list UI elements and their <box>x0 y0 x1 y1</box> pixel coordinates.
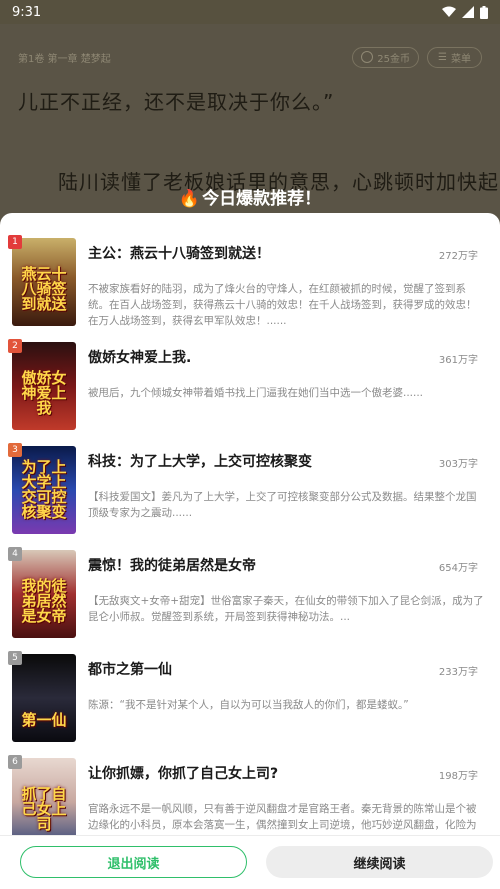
rank-badge: 5 <box>8 651 22 665</box>
word-count: 198万字 <box>438 771 478 782</box>
book-description: 【科技爱国文】姜凡为了上大学，上交了可控核聚变部分公式及数据。结果整个龙国顶级专… <box>88 491 477 519</box>
coin-balance[interactable]: 25金币 <box>352 46 420 68</box>
book-item[interactable]: 3 为了上大学上交可控核聚变 科技：为了上大学，上交可控核聚变 303万字 【科… <box>0 443 500 547</box>
menu-icon: ☰ <box>438 51 447 63</box>
rank-badge: 1 <box>8 235 22 249</box>
cover-title-text: 抓了自己女上司 <box>21 785 67 833</box>
word-count: 272万字 <box>438 251 478 262</box>
book-title[interactable]: 主公：燕云十八骑签到就送！ <box>88 243 270 263</box>
book-description: 【无敌爽文+女帝+甜宠】世俗富家子秦天，在仙女的带领下加入了昆仑剑派，成为了昆仑… <box>88 595 484 623</box>
reader-header: 第1卷 第一章 楚梦起 25金币 ☰ 菜单 <box>18 46 482 68</box>
exit-reading-button[interactable]: 退出阅读 <box>20 846 247 878</box>
word-count: 233万字 <box>438 667 478 678</box>
reader-tools: 25金币 ☰ 菜单 <box>352 46 482 68</box>
fire-icon: 🔥 <box>178 189 201 209</box>
status-bar: 9:31 <box>0 0 500 24</box>
signal-icon <box>462 6 474 18</box>
cover-title-text: 我的徒弟居然是女帝 <box>21 577 67 625</box>
cover-title-text: 傲娇女神爱上我 <box>21 369 67 417</box>
coin-icon <box>361 51 374 63</box>
book-item[interactable]: 1 燕云十八骑签到就送 主公：燕云十八骑签到就送！ 272万字 不被家族看好的陆… <box>0 235 500 339</box>
reader-text-line: 儿正不正经，还不是取决于你么。” <box>18 90 335 114</box>
book-title[interactable]: 科技：为了上大学，上交可控核聚变 <box>88 451 312 471</box>
book-title[interactable]: 傲娇女神爱上我. <box>88 347 191 367</box>
word-count: 654万字 <box>438 563 478 574</box>
status-icons <box>442 5 488 19</box>
word-count: 361万字 <box>438 355 478 366</box>
cover-title-text: 第一仙 <box>21 711 67 729</box>
book-description: 被甩后，九个倾城女神带着婚书找上门逼我在她们当中选一个傲老婆...... <box>88 387 424 399</box>
book-item[interactable]: 5 第一仙 都市之第一仙 233万字 陈源：“我不是针对某个人，自以为可以当我敌… <box>0 651 500 755</box>
continue-reading-button[interactable]: 继续阅读 <box>266 846 493 878</box>
book-cover[interactable]: 傲娇女神爱上我 <box>12 342 76 430</box>
popup-title: 🔥 今日爆款推荐！ <box>0 184 500 209</box>
recommendation-sheet: 1 燕云十八骑签到就送 主公：燕云十八骑签到就送！ 272万字 不被家族看好的陆… <box>0 213 500 889</box>
book-cover[interactable]: 第一仙 <box>12 654 76 742</box>
coin-label: 25金币 <box>377 53 411 65</box>
popup-title-text: 今日爆款推荐！ <box>202 189 322 209</box>
rank-badge: 6 <box>8 755 22 769</box>
rank-badge: 4 <box>8 547 22 561</box>
book-description: 陈源：“我不是针对某个人，自以为可以当我敌人的你们，都是蝼蚁。” <box>88 699 409 711</box>
wifi-icon <box>442 6 456 17</box>
book-cover[interactable]: 为了上大学上交可控核聚变 <box>12 446 76 534</box>
rank-badge: 2 <box>8 339 22 353</box>
cover-title-text: 燕云十八骑签到就送 <box>21 265 67 313</box>
cover-title-text: 为了上大学上交可控核聚变 <box>21 458 67 521</box>
rank-badge: 3 <box>8 443 22 457</box>
chapter-title: 第1卷 第一章 楚梦起 <box>18 53 111 65</box>
battery-icon <box>480 5 488 19</box>
book-title[interactable]: 都市之第一仙 <box>88 659 172 679</box>
book-cover[interactable]: 我的徒弟居然是女帝 <box>12 550 76 638</box>
book-list[interactable]: 1 燕云十八骑签到就送 主公：燕云十八骑签到就送！ 272万字 不被家族看好的陆… <box>0 235 500 859</box>
menu-label: 菜单 <box>451 53 471 65</box>
word-count: 303万字 <box>438 459 478 470</box>
menu-button[interactable]: ☰ 菜单 <box>427 46 482 68</box>
book-cover[interactable]: 燕云十八骑签到就送 <box>12 238 76 326</box>
book-title[interactable]: 震惊！我的徒弟居然是女帝 <box>88 555 256 575</box>
bottom-action-bar: 退出阅读 继续阅读 <box>0 835 500 889</box>
status-time: 9:31 <box>12 4 42 20</box>
book-item[interactable]: 2 傲娇女神爱上我 傲娇女神爱上我. 361万字 被甩后，九个倾城女神带着婚书找… <box>0 339 500 443</box>
book-description: 不被家族看好的陆羽，成为了烽火台的守烽人，在红颜被抓的时候，觉醒了签到系统。在百… <box>88 283 477 327</box>
book-title[interactable]: 让你抓嫖，你抓了自己女上司? <box>88 763 278 783</box>
book-item[interactable]: 4 我的徒弟居然是女帝 震惊！我的徒弟居然是女帝 654万字 【无敌爽文+女帝+… <box>0 547 500 651</box>
book-cover[interactable]: 抓了自己女上司 <box>12 758 76 846</box>
